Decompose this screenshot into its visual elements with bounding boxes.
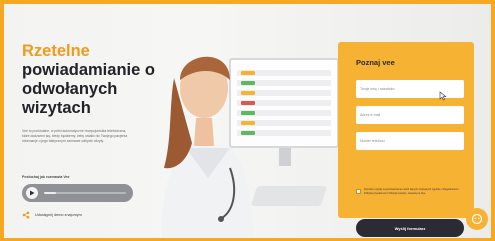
play-icon [30,190,35,196]
doctor-figure [161,56,254,238]
audio-progress-fill [44,192,57,194]
name-input[interactable] [356,80,464,98]
email-input[interactable] [356,106,464,124]
audio-progress[interactable] [44,192,126,194]
consent-text: Wyrażam zgodę na przetwarzanie moich dan… [364,188,460,195]
consent-row: Wyrażam zgodę na przetwarzanie moich dan… [356,188,464,195]
chat-widget-icon [471,213,483,225]
play-button[interactable] [26,187,38,199]
chat-widget-button[interactable] [466,208,488,230]
monitor-stand [279,148,291,166]
cursor-icon [439,91,447,101]
consent-checkbox[interactable] [356,189,361,194]
doctor-illustration [134,18,344,238]
page-frame: Rzetelne powiadamianie o odwołanych wizy… [4,4,491,238]
submit-button[interactable]: Wyślij formularz [356,219,464,237]
hero-description: Vee to punktualne, w pełni automatyczne … [22,129,128,143]
signup-form-card: Poznaj vee Wyrażam zgodę na przetwarzani… [338,42,474,237]
share-link[interactable]: Udostępnij demo znajomym [22,211,82,219]
audio-player [22,184,133,202]
share-label: Udostępnij demo znajomym [35,213,82,217]
phone-input[interactable] [356,132,464,150]
share-icon [22,211,30,219]
form-title: Poznaj vee [356,58,395,67]
listen-label: Posłuchaj jak rozmawia Vee [22,175,70,179]
